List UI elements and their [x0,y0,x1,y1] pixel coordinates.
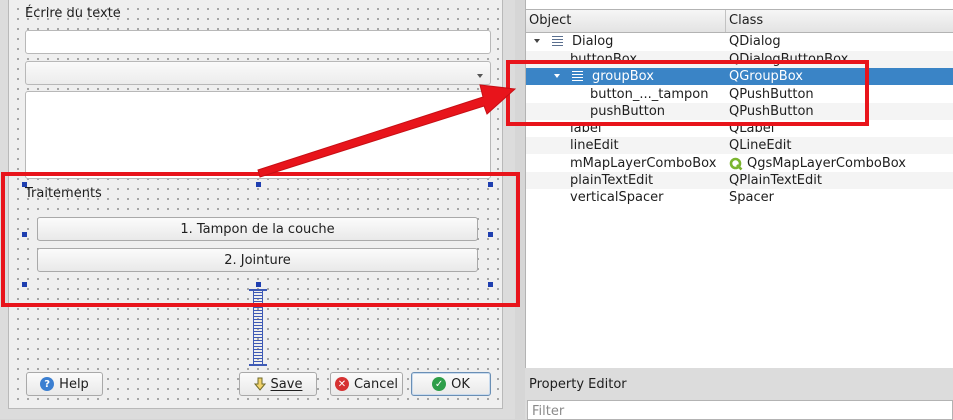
group-title: Traitements [25,186,102,201]
resize-handle[interactable] [488,282,493,287]
class-name: QLineEdit [729,138,792,153]
property-editor: Property Editor Filter [525,368,953,420]
ok-button[interactable]: ✓ OK [411,372,491,396]
tree-row-label[interactable]: label QLabel [526,120,953,137]
tree-row-maplayercombobox[interactable]: mMapLayerComboBox QgsMapLayerComboBox [526,155,953,172]
spacer-cap-bottom [249,364,267,366]
qgis-icon [729,157,743,171]
tree-row-lineedit[interactable]: lineEdit QLineEdit [526,137,953,154]
tree-row-verticalspacer[interactable]: verticalSpacer Spacer [526,189,953,206]
expand-arrow-icon[interactable] [534,39,540,43]
check-icon: ✓ [432,377,447,391]
button-jointure-label: 2. Jointure [224,252,291,268]
tree-row-button-tampon[interactable]: button_..._tampon QPushButton [526,86,953,103]
resize-handle[interactable] [488,182,493,187]
object-name: plainTextEdit [570,173,654,188]
layout-icon [572,71,583,81]
tree-row-buttonbox[interactable]: buttonBox QDialogButtonBox [526,51,953,68]
cancel-icon: ✕ [334,377,349,391]
help-icon: ? [40,377,55,391]
cancel-button-label: Cancel [353,376,399,392]
button-tampon[interactable]: 1. Tampon de la couche [37,217,478,241]
resize-handle[interactable] [22,182,27,187]
save-button-label: Save [270,376,303,392]
tree-row-pushbutton[interactable]: pushButton QPushButton [526,103,953,120]
object-name: lineEdit [570,138,619,153]
class-name: QPushButton [729,104,814,119]
plain-text-edit[interactable] [25,91,491,179]
filter-input[interactable]: Filter [527,400,953,420]
button-tampon-label: 1. Tampon de la couche [180,221,335,237]
object-name: pushButton [590,104,666,119]
class-name: Spacer [729,190,774,205]
object-name: label [570,121,602,136]
ok-button-label: OK [451,376,470,392]
class-name: QPlainTextEdit [729,173,822,188]
object-name: verticalSpacer [570,190,664,205]
object-name: button_..._tampon [590,87,709,102]
resize-handle[interactable] [22,282,27,287]
tree-row-groupbox[interactable]: groupBox QGroupBox [526,68,953,85]
vertical-spacer[interactable] [253,290,263,365]
object-name: groupBox [592,69,654,84]
class-name: QPushButton [729,87,814,102]
class-name: QGroupBox [729,69,803,84]
resize-handle[interactable] [256,182,261,187]
class-name: QgsMapLayerComboBox [747,156,907,171]
object-name: Dialog [572,34,614,49]
class-name: QLabel [729,121,775,136]
text-label: Écrire du texte [25,6,121,21]
layout-icon [552,36,563,46]
column-divider[interactable] [725,10,726,32]
map-layer-combobox[interactable] [25,61,491,85]
line-edit[interactable] [25,30,491,54]
save-button[interactable]: Save [239,372,317,396]
tree-header: Object Class [526,9,953,33]
save-arrow-icon [253,377,266,391]
button-jointure[interactable]: 2. Jointure [37,248,478,272]
property-editor-title: Property Editor [529,377,627,392]
resize-handle[interactable] [488,232,493,237]
expand-arrow-icon[interactable] [554,74,560,78]
cancel-button[interactable]: ✕ Cancel [330,372,403,396]
column-class[interactable]: Class [729,13,763,28]
tree-row-plaintextedit[interactable]: plainTextEdit QPlainTextEdit [526,172,953,189]
form-canvas: Écrire du texte Traitements 1. Tampon de… [0,0,515,419]
resize-handle[interactable] [22,232,27,237]
object-name: buttonBox [570,52,638,67]
object-inspector: Object Class Dialog QDialog buttonBox QD… [525,0,953,368]
object-name: mMapLayerComboBox [570,156,717,171]
help-button[interactable]: ? Help [26,372,103,396]
class-name: QDialogButtonBox [729,52,849,67]
chevron-down-icon [477,74,483,78]
resize-handle[interactable] [256,282,261,287]
class-name: QDialog [729,34,781,49]
column-object[interactable]: Object [529,13,571,28]
help-button-label: Help [59,376,89,392]
tree-row-dialog[interactable]: Dialog QDialog [526,33,953,50]
